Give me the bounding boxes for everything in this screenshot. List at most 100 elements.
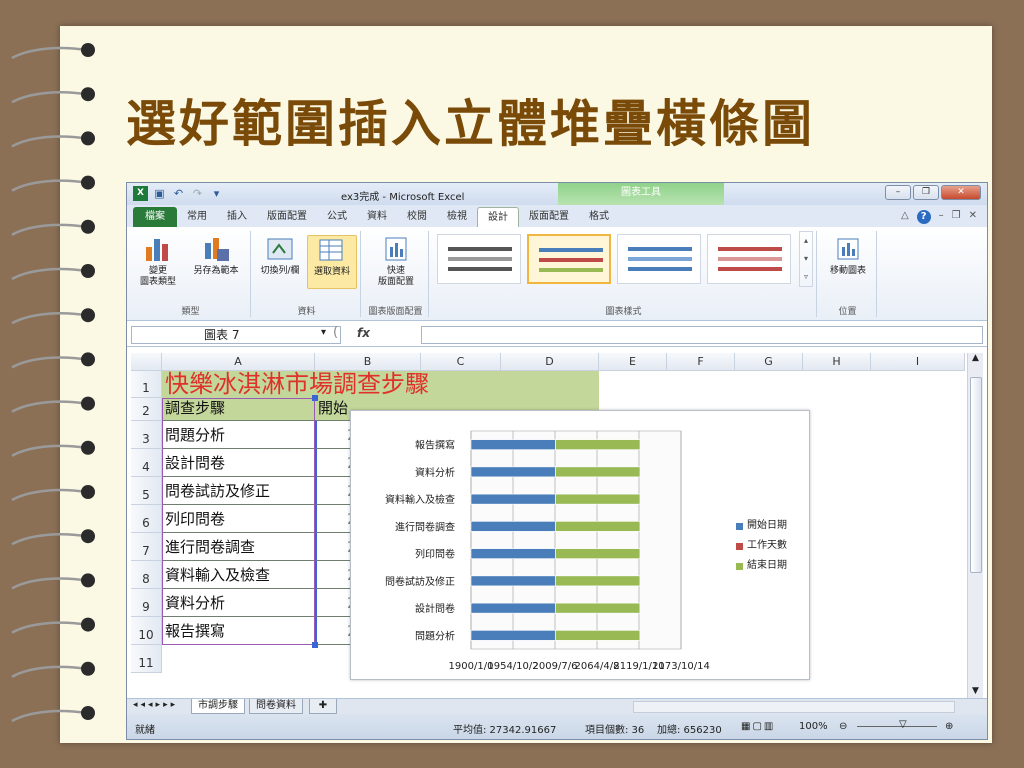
sheet-tab-survey-data[interactable]: 問卷資料 <box>249 699 303 714</box>
bar-結束日期[interactable] <box>555 575 641 587</box>
column-header-G[interactable]: G <box>735 353 803 371</box>
tab-5[interactable]: 資料 <box>357 207 397 227</box>
horizontal-scrollbar[interactable] <box>633 701 955 713</box>
legend-item[interactable]: 結束日期 <box>736 556 787 576</box>
bar-結束日期[interactable] <box>555 548 641 559</box>
minimize-ribbon-icon[interactable]: △ <box>901 210 909 224</box>
change-chart-type-button[interactable]: 變更 圖表類型 <box>135 235 181 288</box>
save-icon[interactable]: ▣ <box>152 186 167 201</box>
chart-area[interactable]: 1900/1/0 1954/10/2 2009/7/6 2064/4/8 2119/1/… <box>350 410 810 680</box>
chart-style-1[interactable] <box>437 234 521 284</box>
row-header-5[interactable]: 5 <box>131 477 162 505</box>
chart-style-4[interactable] <box>707 234 791 284</box>
help-icon[interactable]: ? <box>916 210 931 224</box>
bar-開始日期[interactable] <box>470 630 556 641</box>
tab-3[interactable]: 版面配置 <box>257 207 317 227</box>
formula-input[interactable] <box>421 326 983 344</box>
row-header-10[interactable]: 10 <box>131 617 162 645</box>
name-box[interactable]: 圖表 7 <box>131 326 341 344</box>
bar-結束日期[interactable] <box>555 521 641 532</box>
bar-結束日期[interactable] <box>555 466 641 478</box>
workbook-minimize-icon[interactable]: – <box>939 210 944 224</box>
bar-開始日期[interactable] <box>470 548 556 559</box>
scroll-up-icon[interactable]: ▲ <box>968 353 983 363</box>
tab-6[interactable]: 校閱 <box>397 207 437 227</box>
tab-4[interactable]: 公式 <box>317 207 357 227</box>
zoom-slider-thumb[interactable]: ▽ <box>899 719 907 730</box>
bar-開始日期[interactable] <box>470 521 556 532</box>
column-header-D[interactable]: D <box>501 353 599 371</box>
close-icon[interactable]: ✕ <box>941 185 981 200</box>
excel-logo-icon[interactable]: X <box>133 186 148 201</box>
cell-range-handle-bottom[interactable] <box>312 642 318 648</box>
quick-layout-button[interactable]: 快速 版面配置 <box>369 235 423 288</box>
tab-9[interactable]: 版面配置 <box>519 207 579 227</box>
tab-8[interactable]: 設計 <box>477 207 519 227</box>
minimize-icon[interactable]: – <box>885 185 911 200</box>
tab-2[interactable]: 插入 <box>217 207 257 227</box>
row-header-4[interactable]: 4 <box>131 449 162 477</box>
zoom-out-icon[interactable]: ⊖ <box>839 721 847 732</box>
column-header-F[interactable]: F <box>667 353 735 371</box>
column-header-I[interactable]: I <box>871 353 965 371</box>
switch-row-column-button[interactable]: 切換列/欄 <box>255 235 305 277</box>
tab-7[interactable]: 檢視 <box>437 207 477 227</box>
vertical-scrollbar[interactable]: ▲ ▼ <box>967 353 983 698</box>
select-all-corner[interactable] <box>131 353 162 371</box>
insert-sheet-icon[interactable]: ✚ <box>309 699 337 714</box>
scroll-down-icon[interactable]: ▼ <box>968 686 983 696</box>
row-header-8[interactable]: 8 <box>131 561 162 589</box>
zoom-in-icon[interactable]: ⊕ <box>945 721 953 732</box>
save-as-template-button[interactable]: 另存為範本 <box>187 235 245 277</box>
move-chart-button[interactable]: 移動圖表 <box>821 235 875 277</box>
zoom-slider[interactable] <box>857 726 937 727</box>
cell-range-handle-top[interactable] <box>312 395 318 401</box>
bar-開始日期[interactable] <box>470 466 556 478</box>
sheet-tab-marketing-steps[interactable]: 市調步驟 <box>191 699 245 714</box>
redo-icon[interactable]: ↷ <box>190 186 205 201</box>
view-buttons-icon[interactable]: ▦▢▥ <box>741 721 775 732</box>
bar-開始日期[interactable] <box>470 493 556 505</box>
column-header-E[interactable]: E <box>599 353 667 371</box>
bar-開始日期[interactable] <box>470 439 556 450</box>
spiral-ring-wire <box>11 444 87 457</box>
tab-1[interactable]: 常用 <box>177 207 217 227</box>
undo-icon[interactable]: ↶ <box>171 186 186 201</box>
chart-style-2[interactable] <box>527 234 611 284</box>
tab-10[interactable]: 格式 <box>579 207 619 227</box>
workbook-restore-icon[interactable]: ❐ <box>952 210 961 224</box>
row-header-3[interactable]: 3 <box>131 421 162 449</box>
workbook-close-icon[interactable]: ✕ <box>969 210 977 224</box>
row-header-9[interactable]: 9 <box>131 589 162 617</box>
column-header-H[interactable]: H <box>803 353 871 371</box>
row-header-2[interactable]: 2 <box>131 398 162 421</box>
legend-item[interactable]: 開始日期 <box>736 516 787 536</box>
column-header-B[interactable]: B <box>315 353 421 371</box>
chart-style-3[interactable] <box>617 234 701 284</box>
column-header-C[interactable]: C <box>421 353 501 371</box>
sheet-nav-icon[interactable]: ◂◂◂▸▸▸ <box>133 700 178 710</box>
zoom-level[interactable]: 100% <box>799 721 828 732</box>
fx-icon[interactable]: fx <box>357 326 370 340</box>
customize-qat-icon[interactable]: ▾ <box>209 186 224 201</box>
restore-icon[interactable]: ❐ <box>913 185 939 200</box>
name-box-dropdown-icon[interactable]: ▾ <box>321 327 326 338</box>
column-header-A[interactable]: A <box>162 353 315 371</box>
chart-legend[interactable]: 開始日期 工作天數 結束日期 <box>736 516 787 576</box>
row-header-6[interactable]: 6 <box>131 505 162 533</box>
bar-結束日期[interactable] <box>555 493 641 505</box>
bar-結束日期[interactable] <box>555 439 641 450</box>
bar-結束日期[interactable] <box>555 630 641 641</box>
select-data-button[interactable]: 選取資料 <box>307 235 357 289</box>
row-header-11[interactable]: 11 <box>131 645 162 673</box>
bar-開始日期[interactable] <box>470 575 556 587</box>
vertical-scroll-thumb[interactable] <box>970 377 982 573</box>
row-header-7[interactable]: 7 <box>131 533 162 561</box>
bar-結束日期[interactable] <box>555 602 641 614</box>
cell-a1-title[interactable]: 快樂冰淇淋市場調查步驟 <box>162 371 599 398</box>
row-header-1[interactable]: 1 <box>131 371 162 398</box>
bar-開始日期[interactable] <box>470 602 556 614</box>
legend-item[interactable]: 工作天數 <box>736 536 787 556</box>
gallery-scroll[interactable]: ▴ ▾ ▿ <box>799 231 813 287</box>
tab-0[interactable]: 檔案 <box>133 207 177 227</box>
